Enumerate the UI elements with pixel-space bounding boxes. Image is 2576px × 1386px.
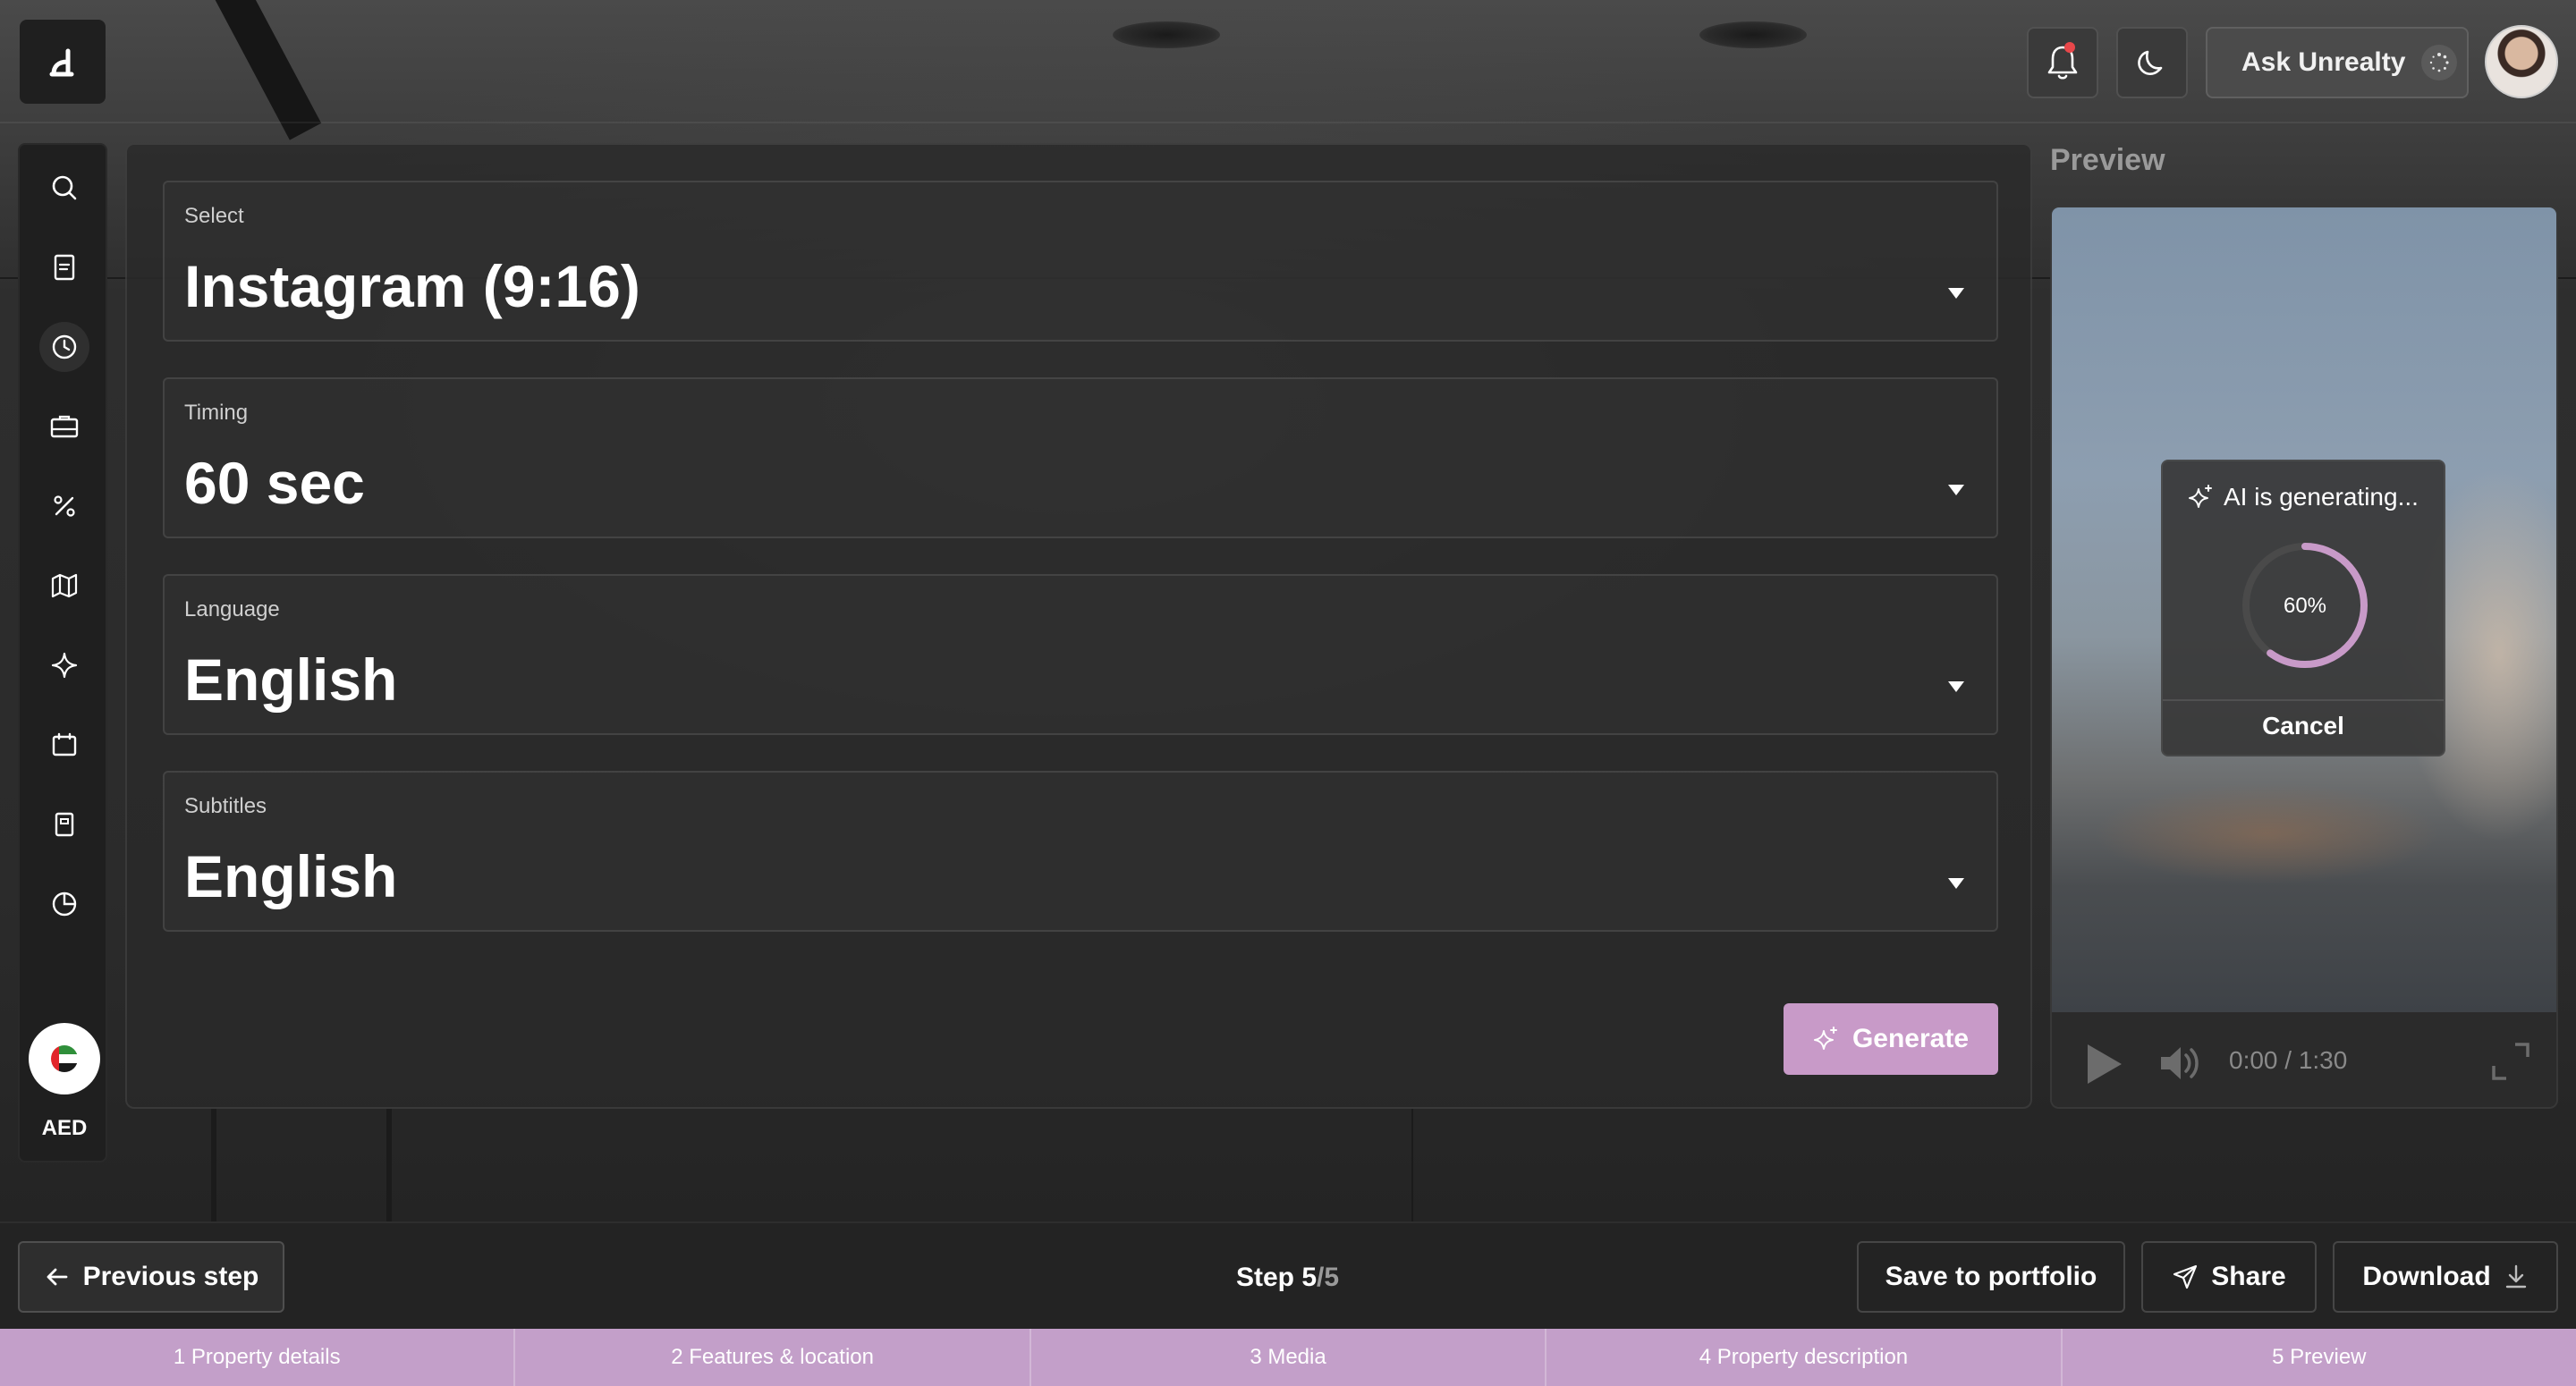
ai-generating-text: AI is generating...	[2224, 483, 2419, 511]
download-icon	[2505, 1264, 2526, 1289]
video-controls: 0:00 / 1:30	[2052, 1012, 2556, 1107]
preview-title: Preview	[2050, 143, 2165, 177]
subtitles-select[interactable]: Subtitles English	[163, 771, 1998, 932]
share-label: Share	[2211, 1262, 2286, 1291]
progress-percent: 60%	[2283, 594, 2327, 618]
download-button[interactable]: Download	[2333, 1241, 2558, 1313]
step-indicator: Step 5/5	[1236, 1263, 1339, 1293]
step-total: /5	[1317, 1263, 1340, 1292]
timing-select-label: Timing	[184, 401, 249, 425]
sidebar-item-map[interactable]	[39, 561, 89, 611]
sidebar-item-calendar[interactable]	[39, 720, 89, 770]
cancel-button[interactable]: Cancel	[2163, 712, 2444, 751]
notification-dot	[2064, 42, 2075, 53]
generate-button[interactable]: Generate	[1784, 1003, 1998, 1075]
sparkle-icon	[51, 652, 78, 679]
currency-selector-button[interactable]	[29, 1023, 100, 1094]
bottom-action-bar: Previous step Step 5/5 Save to portfolio…	[0, 1221, 2576, 1329]
subtitles-select-label: Subtitles	[184, 794, 267, 818]
sidebar-item-history[interactable]	[39, 322, 89, 372]
ask-unrealty-button[interactable]: Ask Unrealty	[2206, 27, 2469, 98]
step-tab-property-description[interactable]: 4 Property description	[1546, 1329, 2063, 1386]
step-tab-features-location[interactable]: 2 Features & location	[515, 1329, 1031, 1386]
timing-select[interactable]: Timing 60 sec	[163, 377, 1998, 538]
sidebar-item-search[interactable]	[39, 163, 89, 213]
previous-step-button[interactable]: Previous step	[18, 1241, 284, 1313]
chevron-down-icon	[1948, 485, 1964, 495]
sidebar-item-ai[interactable]	[39, 640, 89, 690]
pie-chart-icon	[52, 892, 77, 917]
timing-select-value: 60 sec	[184, 450, 365, 516]
subtitles-select-value: English	[184, 843, 398, 909]
moon-icon	[2138, 50, 2163, 75]
calendar-icon	[52, 732, 77, 756]
uae-flag-icon	[51, 1045, 78, 1072]
theme-toggle-button[interactable]	[2116, 27, 2188, 98]
sidebar: AED	[18, 143, 107, 1162]
percent-icon	[54, 495, 75, 517]
share-button[interactable]: Share	[2141, 1241, 2317, 1313]
video-time: 0:00 / 1:30	[2229, 1046, 2348, 1074]
volume-icon[interactable]	[2157, 1043, 2206, 1084]
previous-step-label: Previous step	[82, 1262, 259, 1291]
language-select-label: Language	[184, 597, 280, 621]
dialog-divider	[2163, 699, 2444, 701]
generate-label: Generate	[1852, 1024, 1970, 1053]
format-select-value: Instagram (9:16)	[184, 253, 640, 319]
sidebar-item-documents[interactable]	[39, 242, 89, 292]
clock-icon	[52, 334, 77, 359]
document-icon	[54, 254, 75, 281]
ai-generating-dialog: AI is generating... 60% Cancel	[2161, 460, 2445, 756]
chevron-down-icon	[1948, 288, 1964, 299]
map-icon	[51, 573, 78, 598]
wizard-steps: 1 Property details 2 Features & location…	[0, 1329, 2576, 1386]
format-select[interactable]: Select Instagram (9:16)	[163, 181, 1998, 342]
step-tab-preview[interactable]: 5 Preview	[2063, 1329, 2576, 1386]
arrow-left-icon	[47, 1268, 68, 1286]
briefcase-icon	[50, 415, 79, 438]
notifications-button[interactable]	[2027, 27, 2098, 98]
loading-spinner-icon	[2421, 45, 2458, 80]
save-to-portfolio-label: Save to portfolio	[1885, 1262, 2097, 1291]
search-icon	[52, 175, 77, 200]
user-avatar[interactable]	[2485, 25, 2558, 98]
sidebar-item-notes[interactable]	[39, 799, 89, 849]
logo-icon	[49, 48, 74, 77]
language-select-value: English	[184, 647, 398, 713]
currency-label: AED	[41, 1116, 88, 1140]
step-current: Step 5	[1236, 1263, 1318, 1292]
video-settings-panel: Select Instagram (9:16) Timing 60 sec La…	[125, 143, 2032, 1109]
ask-unrealty-label: Ask Unrealty	[2241, 47, 2406, 77]
top-header: Ask Unrealty	[0, 0, 2576, 123]
fullscreen-icon[interactable]	[2490, 1041, 2531, 1082]
language-select[interactable]: Language English	[163, 574, 1998, 735]
step-tab-property-details[interactable]: 1 Property details	[0, 1329, 516, 1386]
step-tab-media[interactable]: 3 Media	[1031, 1329, 1547, 1386]
chevron-down-icon	[1948, 681, 1964, 692]
send-icon	[2174, 1264, 2198, 1289]
sidebar-item-analytics[interactable]	[39, 879, 89, 929]
save-to-portfolio-button[interactable]: Save to portfolio	[1857, 1241, 2125, 1313]
app-logo[interactable]	[20, 20, 106, 104]
sparkle-icon	[1813, 1027, 1837, 1050]
chevron-down-icon	[1948, 878, 1964, 889]
sparkle-icon	[2189, 485, 2212, 508]
ai-generating-title: AI is generating...	[2188, 483, 2419, 511]
sidebar-item-portfolio[interactable]	[39, 401, 89, 452]
notebook-icon	[55, 812, 74, 837]
format-select-label: Select	[184, 204, 244, 228]
play-icon[interactable]	[2088, 1044, 2122, 1084]
sidebar-item-mortgage[interactable]	[39, 481, 89, 531]
download-label: Download	[2362, 1262, 2491, 1291]
